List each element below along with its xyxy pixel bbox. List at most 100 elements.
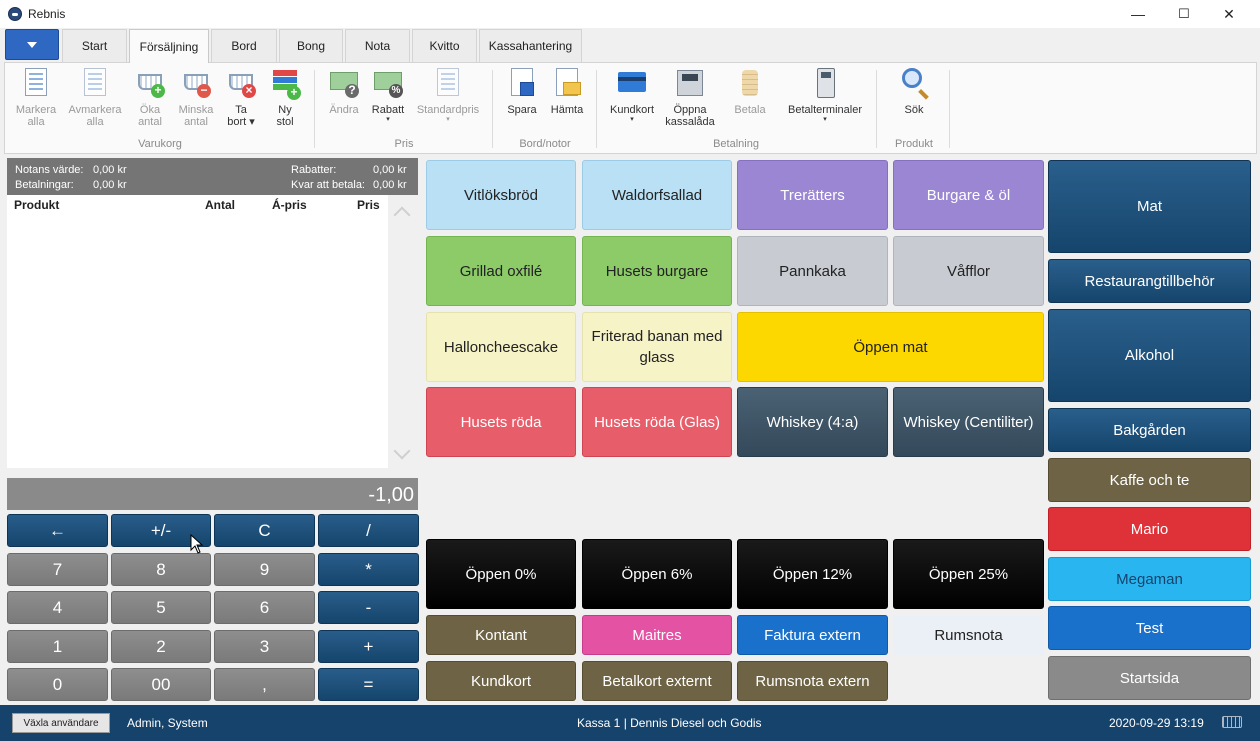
- basket-add-icon: +: [134, 66, 166, 100]
- key-1[interactable]: 1: [7, 630, 108, 663]
- category-bakgarden[interactable]: Bakgården: [1048, 408, 1251, 452]
- standard-price-button[interactable]: Standardpris ▾: [414, 66, 482, 136]
- tab-bord[interactable]: Bord: [211, 29, 277, 62]
- tab-start[interactable]: Start: [62, 29, 127, 62]
- fetch-note-button[interactable]: Hämta: [546, 66, 588, 136]
- list-scrollbar[interactable]: [388, 195, 418, 468]
- open-item-button[interactable]: Öppen 0%: [426, 539, 576, 609]
- column-header-unit-price: Á-pris: [272, 198, 307, 212]
- credit-card-icon: [616, 66, 648, 100]
- category-restaurangtillbehor[interactable]: Restaurangtillbehör: [1048, 259, 1251, 303]
- new-seat-button[interactable]: + Ny stol: [266, 66, 304, 136]
- scroll-up-icon[interactable]: [393, 206, 411, 224]
- tab-kassahantering[interactable]: Kassahantering: [479, 29, 582, 62]
- payment-button[interactable]: Maitres: [582, 615, 732, 655]
- search-product-button[interactable]: Sök: [894, 66, 934, 136]
- category-megaman[interactable]: Megaman: [1048, 557, 1251, 601]
- product-button[interactable]: Whiskey (4:a): [737, 387, 888, 457]
- category-startsida[interactable]: Startsida: [1048, 656, 1251, 700]
- column-header-price: Pris: [357, 198, 380, 212]
- open-cash-drawer-button[interactable]: Öppna kassalåda: [662, 66, 718, 136]
- category-mat[interactable]: Mat: [1048, 160, 1251, 253]
- product-button[interactable]: Pannkaka: [737, 236, 888, 306]
- group-label-bord-notor: Bord/notor: [519, 138, 571, 150]
- product-button[interactable]: Waldorfsallad: [582, 160, 732, 230]
- open-item-button[interactable]: Öppen 25%: [893, 539, 1044, 609]
- key-clear[interactable]: C: [214, 514, 315, 547]
- deselect-all-button[interactable]: Avmarkera alla: [64, 66, 126, 136]
- open-folder-icon: [551, 66, 583, 100]
- payment-terminal-icon: [809, 66, 841, 100]
- product-button[interactable]: Trerätters: [737, 160, 888, 230]
- key-9[interactable]: 9: [214, 553, 315, 586]
- payment-button[interactable]: Rumsnota: [893, 615, 1044, 655]
- product-button[interactable]: Whiskey (Centiliter): [893, 387, 1044, 457]
- product-button[interactable]: Husets burgare: [582, 236, 732, 306]
- product-button[interactable]: Friterad banan med glass: [582, 312, 732, 382]
- payment-button[interactable]: Faktura extern: [737, 615, 888, 655]
- ribbon-separator: [596, 70, 597, 148]
- key-00[interactable]: 00: [111, 668, 211, 701]
- remove-item-button[interactable]: × Ta bort ▾: [222, 66, 260, 136]
- decrease-quantity-button[interactable]: − Minska antal: [174, 66, 218, 136]
- payment-terminals-button[interactable]: Betalterminaler ▾: [782, 66, 868, 136]
- key-decimal[interactable]: ,: [214, 668, 315, 701]
- product-button[interactable]: Burgare & öl: [893, 160, 1044, 230]
- minimize-button[interactable]: —: [1115, 0, 1161, 28]
- increase-quantity-button[interactable]: + Öka antal: [130, 66, 170, 136]
- key-equals[interactable]: =: [318, 668, 419, 701]
- pay-button[interactable]: Betala: [730, 66, 770, 136]
- open-item-button[interactable]: Öppen 6%: [582, 539, 732, 609]
- key-2[interactable]: 2: [111, 630, 211, 663]
- payment-button[interactable]: Rumsnota extern: [737, 661, 888, 701]
- category-mario[interactable]: Mario: [1048, 507, 1251, 551]
- customer-card-button[interactable]: Kundkort ▾: [604, 66, 660, 136]
- payment-button[interactable]: Kundkort: [426, 661, 576, 701]
- key-minus[interactable]: -: [318, 591, 419, 624]
- product-button[interactable]: Grillad oxfilé: [426, 236, 576, 306]
- switch-user-button[interactable]: Växla användare: [12, 713, 110, 733]
- tab-bong[interactable]: Bong: [279, 29, 343, 62]
- product-button[interactable]: Husets röda: [426, 387, 576, 457]
- maximize-button[interactable]: ☐: [1161, 0, 1207, 28]
- close-button[interactable]: ✕: [1206, 0, 1252, 28]
- app-logo-icon: [8, 7, 22, 21]
- key-multiply[interactable]: *: [318, 553, 419, 586]
- key-divide[interactable]: /: [318, 514, 419, 547]
- key-8[interactable]: 8: [111, 553, 211, 586]
- order-list[interactable]: [7, 195, 388, 468]
- save-note-button[interactable]: Spara: [502, 66, 542, 136]
- key-plus[interactable]: +: [318, 630, 419, 663]
- change-price-button[interactable]: ? Ändra: [324, 66, 364, 136]
- key-5[interactable]: 5: [111, 591, 211, 624]
- key-0[interactable]: 0: [7, 668, 108, 701]
- key-6[interactable]: 6: [214, 591, 315, 624]
- product-button[interactable]: Öppen mat: [737, 312, 1044, 382]
- money-percent-icon: %: [372, 66, 404, 100]
- product-button[interactable]: Halloncheescake: [426, 312, 576, 382]
- key-4[interactable]: 4: [7, 591, 108, 624]
- app-menu-button[interactable]: [5, 29, 59, 60]
- key-7[interactable]: 7: [7, 553, 108, 586]
- category-kaffe-och-te[interactable]: Kaffe och te: [1048, 458, 1251, 502]
- tab-kvitto[interactable]: Kvitto: [412, 29, 477, 62]
- product-button[interactable]: Våfflor: [893, 236, 1044, 306]
- tab-nota[interactable]: Nota: [345, 29, 410, 62]
- payment-button[interactable]: Betalkort externt: [582, 661, 732, 701]
- keyboard-icon[interactable]: [1222, 716, 1242, 728]
- scroll-down-icon[interactable]: [393, 442, 411, 460]
- key-3[interactable]: 3: [214, 630, 315, 663]
- deselect-all-icon: [79, 66, 111, 100]
- select-all-button[interactable]: Markera alla: [12, 66, 60, 136]
- discount-button[interactable]: % Rabatt ▾: [368, 66, 408, 136]
- key-backspace[interactable]: ←: [7, 514, 108, 547]
- category-test[interactable]: Test: [1048, 606, 1251, 650]
- payment-button[interactable]: Kontant: [426, 615, 576, 655]
- column-header-product: Produkt: [14, 198, 60, 212]
- tab-forsaljning[interactable]: Försäljning: [129, 29, 209, 63]
- open-item-button[interactable]: Öppen 12%: [737, 539, 888, 609]
- category-alkohol[interactable]: Alkohol: [1048, 309, 1251, 402]
- product-button[interactable]: Husets röda (Glas): [582, 387, 732, 457]
- product-button[interactable]: Vitlöksbröd: [426, 160, 576, 230]
- note-value-label: Notans värde:: [15, 164, 84, 176]
